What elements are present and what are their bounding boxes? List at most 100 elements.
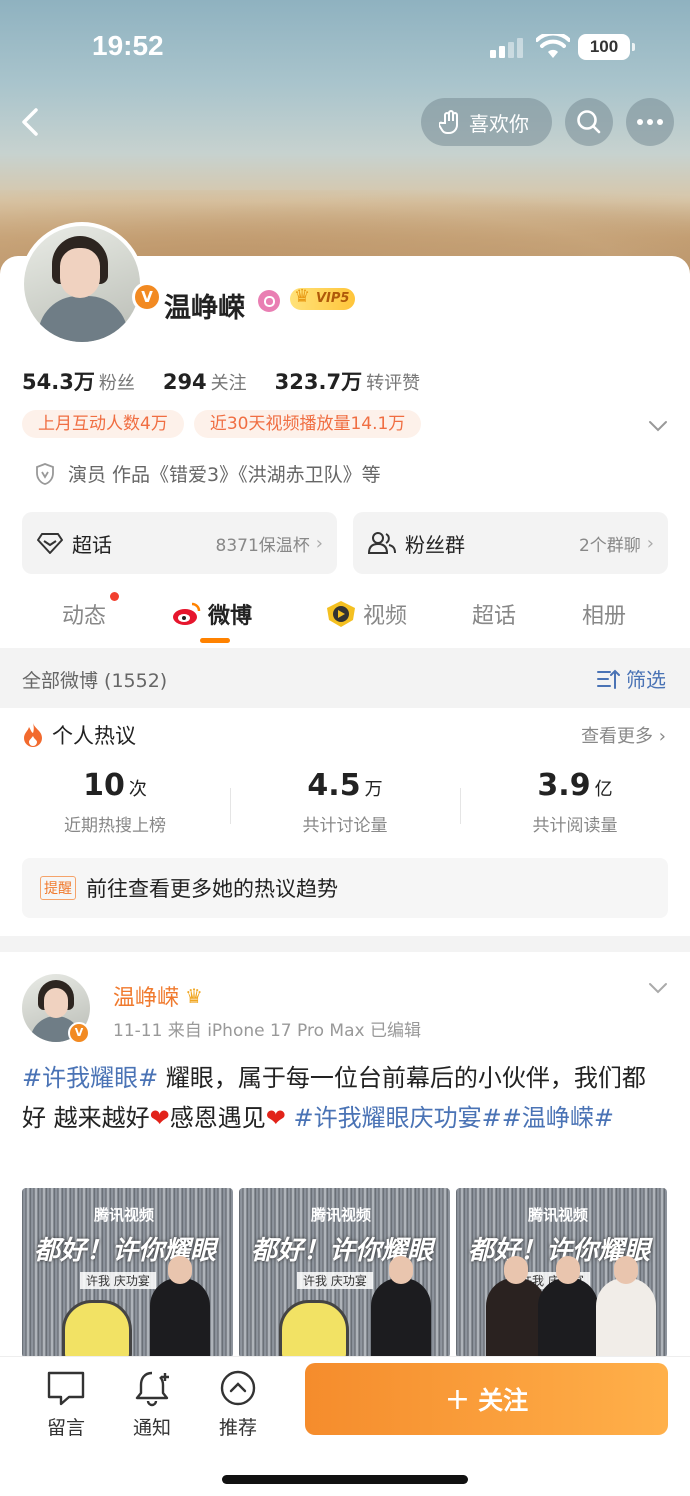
person-figure [596,1256,656,1358]
hot-stat-unit: 亿 [594,779,613,800]
image-logo: 腾讯视频 [311,1206,372,1224]
hot-stat-label: 共计讨论量 [302,816,388,836]
image-logo: 腾讯视频 [94,1206,155,1224]
trend-reminder[interactable]: 提醒 前往查看更多她的热议趋势 [22,858,668,918]
bio-text: 演员 作品《错爱3》《洪湖赤卫队》等 [68,464,381,486]
filter-button[interactable]: 筛选 [596,664,666,693]
stat-following[interactable]: 294 关注 [163,369,247,395]
follow-button[interactable]: + 关注 [305,1363,668,1435]
topic-badge-icon[interactable] [258,290,280,312]
profile-tags: 上月互动人数4万 近30天视频播放量14.1万 [22,410,422,438]
video-play-tag[interactable]: 近30天视频播放量14.1万 [193,410,422,438]
hashtag-link[interactable]: #许我耀眼# [22,1064,158,1092]
hashtag-link[interactable]: #许我耀眼庆功宴# [294,1104,502,1132]
avatar-image [24,226,140,342]
tab-label: 视频 [363,604,408,629]
recommend-button[interactable]: 推荐 [208,1369,268,1440]
profile-stats: 54.3万 粉丝 294 关注 323.7万 转评赞 [22,366,420,396]
prop-shape [62,1300,132,1358]
tab-indicator [200,638,230,643]
chevron-right-icon: › [646,532,654,554]
comment-button[interactable]: 留言 [36,1369,96,1440]
prop-shape [279,1300,349,1358]
image-logo: 腾讯视频 [528,1206,589,1224]
hot-title-text: 个人热议 [52,724,136,748]
chevron-up-circle-icon [220,1370,256,1406]
fan-group-label: 粉丝群 [405,532,465,557]
profile-name: 温峥嵘 [164,293,245,324]
person-figure [538,1256,598,1358]
flame-icon [24,723,42,747]
bottom-action-bar: 留言 通知 推荐 + 关注 [0,1356,690,1496]
post-images: 腾讯视频 都好！许你耀眼 许我 庆功宴 腾讯视频 都好！许你耀眼 许我 庆功宴 … [22,1188,668,1358]
view-more-label: 查看更多 [581,726,654,747]
post-body: #许我耀眼# 耀眼，属于每一位台前幕后的小伙伴，我们都好 越来越好❤感恩遇见❤ … [22,1058,668,1138]
hashtag-link[interactable]: #温峥嵘# [502,1104,614,1132]
weibo-post: V 温峥嵘 ♛ 11-11 来自 iPhone 17 Pro Max 已编辑 #… [0,952,690,1358]
tab-album[interactable]: 相册 [582,598,626,630]
chevron-right-icon: › [658,726,666,747]
post-text: 感恩遇见 [169,1104,266,1132]
post-image[interactable]: 腾讯视频 都好！许你耀眼 许我 庆功宴 [22,1188,233,1358]
notify-button[interactable]: 通知 [122,1369,182,1440]
hot-stat-unit: 万 [364,779,383,800]
more-button[interactable] [626,98,674,146]
image-subtitle: 许我 庆功宴 [297,1272,373,1289]
stat-label: 转评赞 [366,373,421,394]
tab-video[interactable]: 视频 [325,598,407,630]
diamond-icon [37,533,63,554]
filter-label: 筛选 [626,668,666,692]
like-you-label: 喜欢你 [469,111,529,136]
status-bar: 19:52 100 [0,0,690,96]
tab-label: 超话 [472,604,517,629]
bell-plus-icon [135,1371,169,1407]
like-you-button[interactable]: 喜欢你 [421,98,552,146]
post-image[interactable]: 腾讯视频 都好！许你耀眼 许我 庆功宴 [239,1188,450,1358]
search-button[interactable] [565,98,613,146]
fan-group-value: 2个群聊 [578,535,641,556]
post-author[interactable]: 温峥嵘 ♛ [113,980,203,1012]
stat-followers[interactable]: 54.3万 粉丝 [22,366,135,396]
section-divider [0,936,690,952]
verified-badge-icon: V [132,282,162,312]
super-topic-card[interactable]: 超话 8371保温杯 › [22,512,337,574]
post-menu-chevron-icon[interactable] [648,982,668,994]
wifi-icon [536,34,570,58]
weibo-logo-icon [173,602,201,625]
hot-stat-unit: 次 [128,779,147,800]
message-icon [47,1371,85,1406]
tab-weibo[interactable]: 微博 [172,598,252,630]
back-button[interactable] [14,104,50,140]
hot-stat-number: 10 [83,768,125,803]
profile-card: V 温峥嵘 VIP5 54.3万粉丝 294关注 323.7万转评赞 上月互动人… [0,222,690,580]
fan-group-card[interactable]: 粉丝群 2个群聊 › [353,512,668,574]
recommend-label: 推荐 [218,1417,257,1439]
verified-badge-icon: V [68,1022,90,1044]
hot-stat-number: 4.5 [307,768,361,803]
stat-interactions[interactable]: 323.7万 转评赞 [275,366,420,396]
image-subtitle: 许我 庆功宴 [80,1272,156,1289]
tab-label: 动态 [62,604,107,629]
interaction-tag[interactable]: 上月互动人数4万 [22,410,184,438]
tab-dynamics[interactable]: 动态 [62,598,106,630]
hot-stats: 10 次 近期热搜上榜 4.5 万 共计讨论量 3.9 亿 共计阅读量 [0,768,690,836]
tab-label: 微博 [208,604,253,629]
person-figure [486,1256,546,1358]
chevron-left-icon [22,108,38,136]
hot-stat: 10 次 近期热搜上榜 [0,768,230,836]
expand-chevron-icon[interactable] [648,420,668,432]
notification-dot [110,592,119,601]
avatar[interactable]: V [20,222,162,346]
view-more-link[interactable]: 查看更多 › [581,722,666,748]
tab-super-topic[interactable]: 超话 [472,598,516,630]
notify-label: 通知 [132,1417,171,1439]
hot-stat-number: 3.9 [537,768,591,803]
crown-icon: ♛ [185,984,203,1008]
reminder-tag: 提醒 [40,876,76,900]
filter-icon [597,669,620,689]
hot-stat-label: 共计阅读量 [532,816,618,836]
post-image[interactable]: 腾讯视频 都好！许你耀眼 许我 庆功宴 [456,1188,667,1358]
home-indicator [222,1475,468,1484]
search-icon [577,110,601,134]
vip-badge[interactable]: VIP5 [290,286,356,310]
